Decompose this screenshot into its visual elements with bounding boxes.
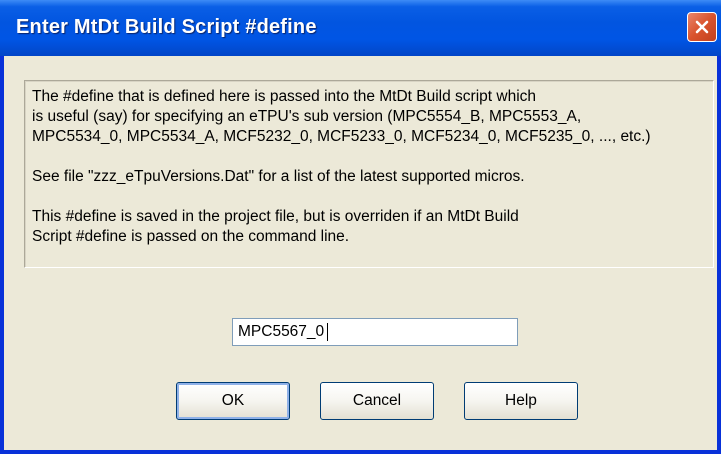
description-line: This #define is saved in the project fil… (32, 208, 519, 225)
cancel-button[interactable]: Cancel (320, 382, 434, 420)
description-line: The #define that is defined here is pass… (32, 88, 537, 105)
description-panel: The #define that is defined here is pass… (24, 80, 714, 268)
description-paragraph-2: See file "zzz_eTpuVersions.Dat" for a li… (32, 167, 525, 187)
define-input[interactable] (232, 318, 518, 346)
close-icon (694, 19, 710, 35)
close-button[interactable] (687, 12, 717, 42)
description-paragraph-3: This #define is saved in the project fil… (32, 207, 519, 247)
text-caret (327, 323, 328, 341)
help-button[interactable]: Help (464, 382, 578, 420)
dialog-window: Enter MtDt Build Script #define The #def… (0, 0, 721, 454)
description-line: MPC5534_0, MPC5534_A, MCF5232_0, MCF5233… (32, 128, 651, 145)
description-line: is useful (say) for specifying an eTPU's… (32, 108, 582, 125)
description-paragraph-1: The #define that is defined here is pass… (32, 87, 651, 147)
window-title: Enter MtDt Build Script #define (16, 16, 317, 38)
description-line: Script #define is passed on the command … (32, 228, 350, 245)
title-bar[interactable]: Enter MtDt Build Script #define (0, 0, 721, 56)
description-line: See file "zzz_eTpuVersions.Dat" for a li… (32, 168, 525, 185)
ok-button[interactable]: OK (176, 382, 290, 420)
